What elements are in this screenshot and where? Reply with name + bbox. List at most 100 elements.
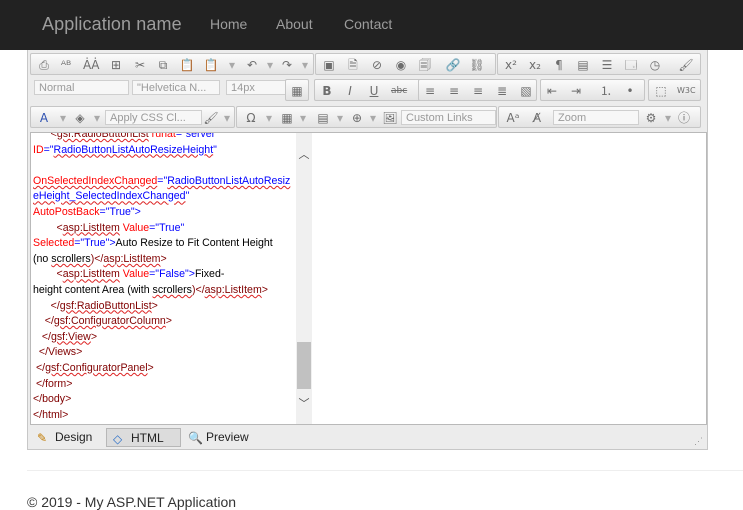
mode-design-button[interactable]: ✎ Design (31, 428, 101, 447)
format-block-select[interactable]: Normal (34, 80, 129, 95)
italic-icon[interactable]: I (342, 83, 358, 99)
nav-link-contact[interactable]: Contact (344, 16, 392, 32)
insert-table-icon[interactable]: ▦ (279, 110, 295, 126)
insert-form-element-icon[interactable]: ⊕ (349, 110, 365, 126)
find-replace-icon[interactable]: ȦȦ (83, 57, 99, 73)
chevron-down-icon[interactable]: ▾ (261, 110, 277, 126)
template-icon[interactable]: 🗐 (417, 57, 433, 73)
scroll-down-icon[interactable]: ﹀ (296, 396, 312, 412)
chevron-down-icon[interactable]: ▾ (89, 110, 105, 126)
format-block-value: Normal (39, 82, 75, 94)
media-icon[interactable]: ◉ (393, 57, 409, 73)
paste-icon[interactable]: 📋 (179, 57, 195, 73)
flash-icon[interactable]: ⊘ (369, 57, 385, 73)
hyperlink-icon[interactable]: 🔗 (445, 57, 461, 73)
spellcheck-icon[interactable]: ᴬᴮ (58, 57, 74, 73)
paragraph-icon[interactable]: ¶ (551, 57, 567, 73)
unordered-list-icon[interactable]: • (622, 83, 638, 99)
paste-from-word-icon[interactable]: ▤ (575, 57, 591, 73)
align-center-icon[interactable]: ≡ (446, 83, 462, 99)
toolbar-row-3: A ▾ ◈ ▾ Apply CSS Cl... 🖌 ▾ Ω ▾ ▦ ▾ ▤ ▾ … (28, 104, 709, 130)
module-manager-icon[interactable]: ⚙ (643, 110, 659, 126)
code-token: " (185, 190, 190, 203)
mode-preview-button[interactable]: 🔍 Preview (182, 428, 262, 447)
undo-icon[interactable]: ↶ (244, 57, 260, 73)
justify-none-icon[interactable]: ▧ (518, 83, 534, 99)
align-left-icon[interactable]: ≡ (422, 83, 438, 99)
select-all-icon[interactable]: ⊞ (108, 57, 124, 73)
indent-icon[interactable]: ⇥ (568, 83, 584, 99)
mode-design-label: Design (55, 430, 93, 444)
code-token: > (261, 283, 268, 296)
form-icon[interactable]: 🗔 (623, 57, 639, 73)
font-size-select[interactable]: 14px (226, 80, 286, 95)
format-stripper-icon[interactable]: 🖌 (678, 57, 694, 73)
chevron-down-icon[interactable]: ▾ (660, 110, 676, 126)
toolbar-group-align: ≡ ≡ ≡ ≣ ▧ (418, 79, 537, 101)
code-token: eHeight_SelectedIndexChanged (33, 190, 186, 203)
paste-plain-text-icon[interactable]: ☰ (599, 57, 615, 73)
code-line: </gsf:RadioButtonList> (33, 299, 295, 315)
fore-color-icon[interactable]: A (36, 110, 52, 126)
code-token: ="server" (175, 132, 219, 140)
table-props-icon[interactable]: ▦ (289, 83, 305, 99)
cut-icon[interactable]: ✂ (132, 57, 148, 73)
back-color-icon[interactable]: ◈ (72, 110, 88, 126)
subscript-icon[interactable]: x₂ (527, 57, 543, 73)
css-class-select[interactable]: Apply CSS Cl... (105, 110, 202, 125)
code-line: ID="RadioButtonListAutoResizeHeight" (33, 143, 295, 159)
code-line: <asp:ListItem Value="False">Fixed- (33, 267, 295, 283)
image-icon[interactable]: ▣ (321, 57, 337, 73)
datetime-icon[interactable]: ◷ (647, 57, 663, 73)
xhtml-validator-icon[interactable]: W3C (677, 83, 696, 99)
nav-link-about[interactable]: About (276, 16, 313, 32)
font-name-select[interactable]: "Helvetica N... (132, 80, 220, 95)
chevron-down-icon[interactable]: ▾ (55, 110, 71, 126)
chevron-down-icon[interactable]: ▾ (332, 110, 348, 126)
mode-html-button[interactable]: ◇ HTML (106, 428, 181, 447)
footer-text: © 2019 - My ASP.NET Application (27, 494, 237, 510)
outdent-icon[interactable]: ⇤ (544, 83, 560, 99)
resize-grip-icon[interactable]: ⋰ (694, 436, 704, 446)
document-icon[interactable]: 🗎 (345, 57, 361, 73)
bold-icon[interactable]: B (319, 83, 335, 99)
copy-icon[interactable]: ⧉ (155, 57, 171, 73)
chevron-down-icon[interactable]: ▾ (262, 57, 278, 73)
toolbar-group-style: B I U abc (314, 79, 422, 101)
chevron-down-icon[interactable]: ▾ (297, 57, 313, 73)
nav-link-home[interactable]: Home (210, 16, 247, 32)
code-token: </ (33, 315, 54, 328)
custom-links-select[interactable]: Custom Links (401, 110, 496, 125)
chevron-down-icon[interactable]: ▾ (224, 57, 240, 73)
symbol-icon[interactable]: Ω (243, 110, 259, 126)
strikethrough-icon[interactable]: abc (391, 83, 407, 99)
redo-icon[interactable]: ↷ (279, 57, 295, 73)
help-icon[interactable]: ⓘ (676, 110, 692, 126)
scrollbar-thumb[interactable] (297, 342, 311, 389)
chevron-down-icon[interactable]: ▾ (219, 110, 235, 126)
remove-link-icon[interactable]: ⛓ (469, 57, 485, 73)
chevron-down-icon[interactable]: ▾ (295, 110, 311, 126)
align-right-icon[interactable]: ≡ (470, 83, 486, 99)
paste-options-icon[interactable]: 📋 (203, 57, 219, 73)
scroll-up-icon[interactable]: ︿ (296, 147, 312, 163)
image-map-icon[interactable]: 🖼 (382, 110, 398, 126)
case-icon[interactable]: Aᵃ (505, 110, 521, 126)
ordered-list-icon[interactable]: ⒈ (598, 83, 614, 99)
code-line: </gsf:View> (33, 330, 295, 346)
code-line: </Views> (33, 345, 295, 361)
underline-icon[interactable]: U (366, 83, 382, 99)
toggle-table-borders-icon[interactable]: ⬚ (653, 83, 669, 99)
chevron-down-icon[interactable]: ▾ (365, 110, 381, 126)
superscript-icon[interactable]: x² (503, 57, 519, 73)
insert-snippet-icon[interactable]: ▤ (315, 110, 331, 126)
html-source-area[interactable]: <gsf:RadioButtonList runat="server" ID="R… (30, 132, 707, 425)
zoom-select[interactable]: Zoom (553, 110, 639, 125)
justify-icon[interactable]: ≣ (494, 83, 510, 99)
clear-format-icon[interactable]: A̸ (529, 110, 545, 126)
print-icon[interactable]: ⎙ (36, 57, 52, 73)
html-source-code[interactable]: <gsf:RadioButtonList runat="server" ID="R… (33, 132, 295, 423)
vertical-scrollbar[interactable]: ︿ ﹀ (296, 133, 312, 424)
brand-link[interactable]: Application name (42, 14, 182, 35)
format-painter-icon[interactable]: 🖌 (203, 110, 219, 126)
